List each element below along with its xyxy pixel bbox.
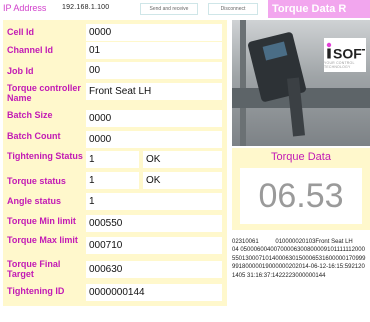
- tightening-status-result: OK: [143, 151, 222, 168]
- isoft-logo-mark: SOFT: [326, 42, 365, 60]
- torque-status-result: OK: [143, 172, 222, 189]
- ip-address-input[interactable]: 192.168.1.100: [62, 4, 109, 11]
- torque-final-target-field[interactable]: 000630: [86, 261, 222, 278]
- raw-message-text: 02310061 010000020103Front Seat LH 04 05…: [232, 239, 368, 279]
- isoft-logo: SOFT YOUR CONTROL TECHNOLOGY: [324, 38, 366, 72]
- logo-tagline: YOUR CONTROL TECHNOLOGY: [324, 60, 355, 69]
- page-title: Torque Data R: [268, 0, 370, 18]
- batch-size-field[interactable]: 0000: [86, 110, 222, 127]
- tightening-id-field[interactable]: 0000000144: [86, 284, 222, 301]
- controller-photo: SOFT YOUR CONTROL TECHNOLOGY: [232, 20, 370, 146]
- send-receive-button[interactable]: Send and receive: [140, 3, 198, 15]
- torque-status-label: Torque status: [7, 176, 66, 186]
- channel-id-field[interactable]: 01: [86, 42, 222, 59]
- torque-data-title: Torque Data: [271, 151, 331, 163]
- controller-name-field[interactable]: Front Seat LH: [86, 83, 222, 100]
- torque-max-field[interactable]: 000710: [86, 237, 222, 254]
- batch-count-label: Batch Count: [7, 131, 61, 141]
- channel-id-label: Channel Id: [7, 45, 54, 55]
- torque-data-panel: Torque Data 06.53: [232, 148, 370, 230]
- svg-text:SOFT: SOFT: [333, 45, 365, 60]
- angle-status-field[interactable]: 1: [86, 193, 222, 210]
- tightening-status-field[interactable]: 1: [86, 151, 139, 168]
- torque-max-label: Torque Max limit: [7, 235, 78, 245]
- cell-id-field[interactable]: 0000: [86, 24, 222, 41]
- torque-status-field[interactable]: 1: [86, 172, 139, 189]
- job-id-field[interactable]: 00: [86, 62, 222, 79]
- job-id-label: Job Id: [7, 66, 34, 76]
- disconnect-button[interactable]: Disconnect: [208, 3, 258, 15]
- batch-count-field[interactable]: 0000: [86, 131, 222, 148]
- controller-name-label: Torque controller Name: [7, 83, 81, 103]
- top-bar: IP Address 192.168.1.100 Send and receiv…: [0, 0, 370, 20]
- tightening-status-label: Tightening Status: [7, 151, 83, 161]
- ip-address-label: IP Address: [3, 3, 47, 13]
- batch-size-label: Batch Size: [7, 110, 53, 120]
- torque-final-target-label: Torque Final Target: [7, 259, 61, 279]
- tightening-id-label: Tightening ID: [7, 286, 65, 296]
- torque-min-field[interactable]: 000550: [86, 215, 222, 232]
- torque-min-label: Torque Min limit: [7, 216, 76, 226]
- photo-pole: [240, 20, 246, 146]
- cell-id-label: Cell Id: [7, 27, 35, 37]
- torque-form-panel: Cell Id 0000 Channel Id 01 Job Id 00 Tor…: [3, 20, 227, 306]
- angle-status-label: Angle status: [7, 196, 62, 206]
- torque-data-value: 06.53: [240, 168, 362, 224]
